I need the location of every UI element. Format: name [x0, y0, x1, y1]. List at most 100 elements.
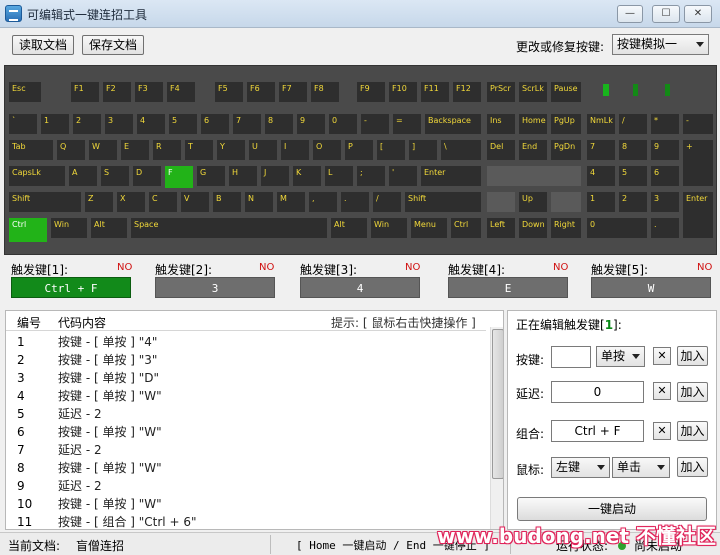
combo-input[interactable]: Ctrl + F	[551, 420, 644, 442]
key-num-0[interactable]: 0	[587, 218, 647, 238]
key-w[interactable]: W	[89, 140, 117, 160]
key-tab[interactable]: Tab	[9, 140, 53, 160]
trigger-4-box[interactable]: E	[448, 277, 568, 298]
key-right-ctrl[interactable]: Ctrl	[451, 218, 481, 238]
key-right[interactable]: Right	[551, 218, 581, 238]
key-f12[interactable]: F12	[453, 82, 481, 102]
key-left-bracket[interactable]: [	[377, 140, 405, 160]
list-item[interactable]: 9 延迟 - 2	[6, 477, 488, 495]
delay-input[interactable]: 0	[551, 381, 644, 403]
key-num-4[interactable]: 4	[587, 166, 615, 186]
key-u[interactable]: U	[249, 140, 277, 160]
mouse-mode-select[interactable]: 单击	[612, 457, 670, 478]
key-space[interactable]: Space	[131, 218, 327, 238]
start-button[interactable]: 一键启动	[517, 497, 707, 521]
list-item[interactable]: 4 按键 - [ 单按 ] "W"	[6, 387, 488, 405]
key-l[interactable]: L	[325, 166, 353, 186]
trigger-3-box[interactable]: 4	[300, 277, 420, 298]
list-item[interactable]: 8 按键 - [ 单按 ] "W"	[6, 459, 488, 477]
key-left[interactable]: Left	[487, 218, 515, 238]
key-f2[interactable]: F2	[103, 82, 131, 102]
key-num-2[interactable]: 2	[619, 192, 647, 212]
key-f6[interactable]: F6	[247, 82, 275, 102]
list-item[interactable]: 6 按键 - [ 单按 ] "W"	[6, 423, 488, 441]
key-t[interactable]: T	[185, 140, 213, 160]
key-up[interactable]: Up	[519, 192, 547, 212]
combo-add-button[interactable]: 加入	[677, 421, 708, 441]
list-item[interactable]: 1 按键 - [ 单按 ] "4"	[6, 333, 488, 351]
key-num-enter[interactable]: Enter	[683, 192, 713, 238]
key-pageup[interactable]: PgUp	[551, 114, 581, 134]
key-5[interactable]: 5	[169, 114, 197, 134]
key-enter[interactable]: Enter	[421, 166, 481, 186]
key-s[interactable]: S	[101, 166, 129, 186]
key-pagedown[interactable]: PgDn	[551, 140, 581, 160]
key-m[interactable]: M	[277, 192, 305, 212]
key-c[interactable]: C	[149, 192, 177, 212]
key-p[interactable]: P	[345, 140, 373, 160]
key-backspace[interactable]: Backspace	[425, 114, 481, 134]
key-right-win[interactable]: Win	[371, 218, 407, 238]
key-right-alt[interactable]: Alt	[331, 218, 367, 238]
key-v[interactable]: V	[181, 192, 209, 212]
trigger-2-box[interactable]: 3	[155, 277, 275, 298]
key-n[interactable]: N	[245, 192, 273, 212]
key-esc[interactable]: Esc	[9, 82, 41, 102]
mode-select[interactable]: 按键模拟一	[612, 34, 709, 55]
key-right-shift[interactable]: Shift	[405, 192, 481, 212]
key-0[interactable]: 0	[329, 114, 357, 134]
key-right-bracket[interactable]: ]	[409, 140, 437, 160]
save-document-button[interactable]: 保存文档	[82, 35, 144, 55]
key-minus[interactable]: -	[361, 114, 389, 134]
key-num-6[interactable]: 6	[651, 166, 679, 186]
key-j[interactable]: J	[261, 166, 289, 186]
mouse-add-button[interactable]: 加入	[677, 457, 708, 477]
key-4[interactable]: 4	[137, 114, 165, 134]
key-quote[interactable]: '	[389, 166, 417, 186]
key-3[interactable]: 3	[105, 114, 133, 134]
key-b[interactable]: B	[213, 192, 241, 212]
key-f[interactable]: F	[165, 166, 193, 188]
key-left-shift[interactable]: Shift	[9, 192, 81, 212]
key-num-multiply[interactable]: *	[651, 114, 679, 134]
list-item[interactable]: 10 按键 - [ 单按 ] "W"	[6, 495, 488, 513]
maximize-button[interactable]: ☐	[652, 5, 680, 23]
key-num-9[interactable]: 9	[651, 140, 679, 160]
key-add-button[interactable]: 加入	[677, 346, 708, 366]
key-backslash[interactable]: \	[441, 140, 481, 160]
key-scrolllock[interactable]: ScrLk	[519, 82, 547, 102]
key-mode-select[interactable]: 单按	[596, 346, 645, 367]
trigger-5-box[interactable]: W	[591, 277, 711, 298]
key-period[interactable]: .	[341, 192, 369, 212]
list-item[interactable]: 5 延迟 - 2	[6, 405, 488, 423]
key-f7[interactable]: F7	[279, 82, 307, 102]
key-backtick[interactable]: `	[9, 114, 37, 134]
close-button[interactable]: ✕	[684, 5, 712, 23]
key-num-1[interactable]: 1	[587, 192, 615, 212]
list-item[interactable]: 11 按键 - [ 组合 ] "Ctrl + 6"	[6, 513, 488, 529]
key-home[interactable]: Home	[519, 114, 547, 134]
key-2[interactable]: 2	[73, 114, 101, 134]
key-z[interactable]: Z	[85, 192, 113, 212]
key-k[interactable]: K	[293, 166, 321, 186]
key-slash[interactable]: /	[373, 192, 401, 212]
trigger-1-box[interactable]: Ctrl + F	[11, 277, 131, 298]
key-left-ctrl[interactable]: Ctrl	[9, 218, 47, 242]
minimize-button[interactable]: —	[617, 5, 643, 23]
key-semicolon[interactable]: ;	[357, 166, 385, 186]
key-g[interactable]: G	[197, 166, 225, 186]
key-down[interactable]: Down	[519, 218, 547, 238]
key-num-minus[interactable]: -	[683, 114, 713, 134]
key-input[interactable]	[551, 346, 591, 368]
key-insert[interactable]: Ins	[487, 114, 515, 134]
list-scrollbar[interactable]	[490, 327, 503, 529]
read-document-button[interactable]: 读取文档	[12, 35, 74, 55]
key-end[interactable]: End	[519, 140, 547, 160]
key-num-8[interactable]: 8	[619, 140, 647, 160]
key-delete[interactable]: Del	[487, 140, 515, 160]
key-num-decimal[interactable]: .	[651, 218, 679, 238]
key-a[interactable]: A	[69, 166, 97, 186]
key-capslock[interactable]: CapsLk	[9, 166, 65, 186]
scrollbar-thumb[interactable]	[492, 329, 503, 479]
mouse-button-select[interactable]: 左键	[551, 457, 610, 478]
